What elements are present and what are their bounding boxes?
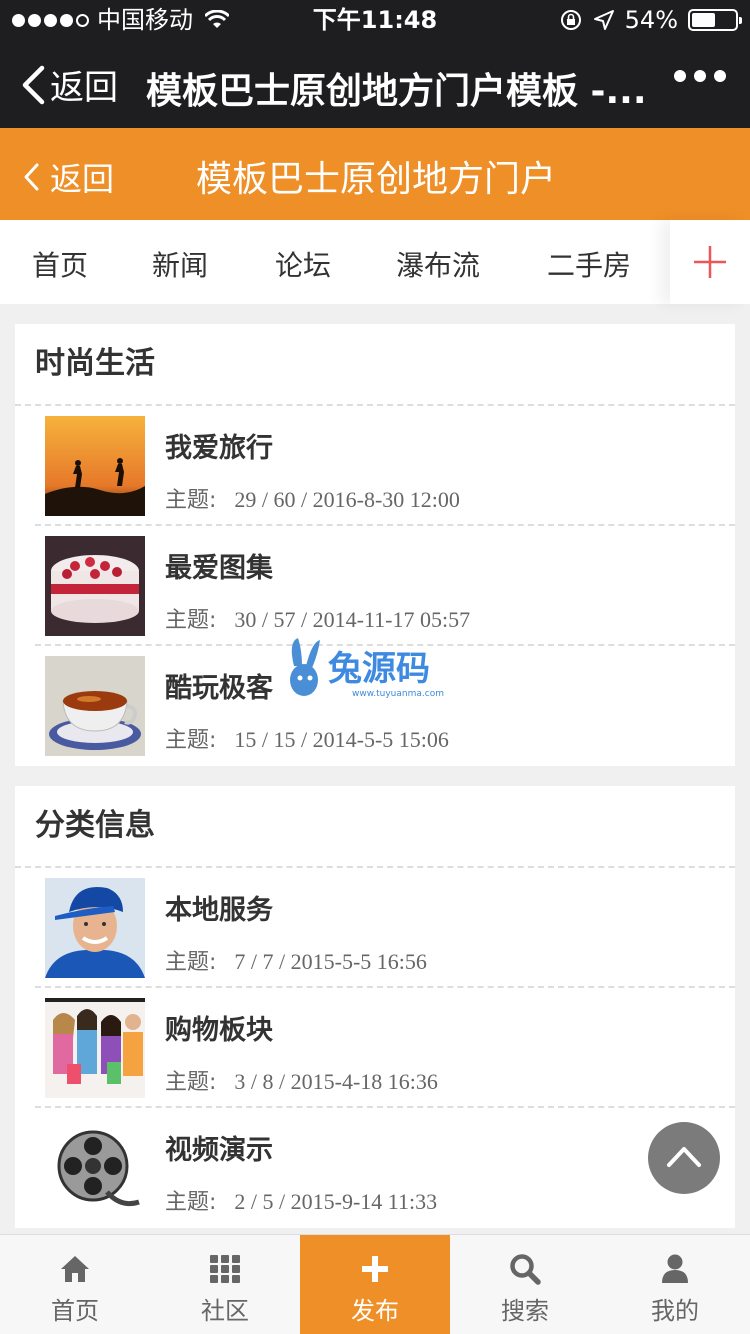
bottom-tab-publish[interactable]: 发布 — [300, 1235, 450, 1334]
tab-home[interactable]: 首页 — [32, 244, 88, 284]
list-item[interactable]: 视频演示 主题: 2 / 5 / 2015-9-14 11:33 — [35, 1108, 735, 1228]
page-title: 模板巴士原创地方门户 — [196, 159, 557, 200]
plus-icon — [362, 1256, 388, 1282]
bottom-tab-search[interactable]: 搜索 — [450, 1235, 600, 1334]
thumbnail-service — [45, 878, 145, 978]
svg-text:www.tuyuanma.com: www.tuyuanma.com — [352, 689, 444, 699]
bottom-tab-home[interactable]: 首页 — [0, 1235, 150, 1334]
list-item[interactable]: 最爱图集 主题: 30 / 57 / 2014-11-17 05:57 — [35, 526, 735, 646]
bottom-tab-community[interactable]: 社区 — [150, 1235, 300, 1334]
add-tab-button[interactable] — [670, 220, 750, 304]
tab-waterfall[interactable]: 瀑布流 — [396, 244, 480, 284]
item-meta: 主题: 3 / 8 / 2015-4-18 16:36 — [165, 1069, 438, 1095]
header-back-button[interactable]: 返回 — [22, 154, 114, 200]
item-title: 购物板块 — [165, 1015, 273, 1046]
category-tabs: 首页 新闻 论坛 瀑布流 二手房 — [0, 220, 750, 304]
user-icon — [662, 1254, 688, 1283]
thumbnail-travel — [45, 416, 145, 516]
top-bar: 中国移动 下午11:48 54% 返回 模板巴士原创地方门户模板 -... — [0, 0, 750, 128]
thumbnail-film-reel — [45, 1118, 145, 1218]
bottom-tab-profile[interactable]: 我的 — [600, 1235, 750, 1334]
item-title: 本地服务 — [165, 895, 273, 926]
search-icon — [510, 1254, 541, 1285]
svg-text:兔源码: 兔源码 — [328, 649, 430, 689]
bottom-tab-bar: 首页 社区 发布 搜索 我的 — [0, 1234, 750, 1334]
plus-icon — [694, 246, 726, 278]
item-title: 我爱旅行 — [165, 433, 273, 464]
bottom-tab-label: 我的 — [651, 1297, 699, 1325]
item-title: 最爱图集 — [165, 553, 273, 584]
bottom-tab-label: 社区 — [201, 1297, 249, 1325]
tab-forum[interactable]: 论坛 — [275, 244, 331, 284]
battery-percent: 54% — [624, 6, 678, 34]
list-item[interactable]: 本地服务 主题: 7 / 7 / 2015-5-5 16:56 — [35, 868, 735, 988]
thumbnail-cake — [45, 536, 145, 636]
list-item[interactable]: 购物板块 主题: 3 / 8 / 2015-4-18 16:36 — [35, 988, 735, 1108]
item-meta: 主题: 2 / 5 / 2015-9-14 11:33 — [165, 1189, 438, 1215]
grid-icon — [210, 1255, 240, 1283]
rotation-lock-icon — [560, 10, 581, 30]
item-meta: 主题: 30 / 57 / 2014-11-17 05:57 — [165, 607, 471, 633]
nav-back-button[interactable]: 返回 — [20, 60, 118, 109]
section-card: 分类信息 本地服务 主题: 7 / 7 / 2015-5-5 16:56 购物板… — [15, 786, 735, 1228]
bottom-tab-label: 发布 — [351, 1297, 399, 1325]
more-icon[interactable] — [674, 70, 726, 82]
scroll-to-top-button[interactable] — [648, 1122, 720, 1194]
chevron-up-icon — [667, 1147, 701, 1167]
thumbnail-shopping — [45, 998, 145, 1098]
chevron-left-icon — [22, 65, 45, 104]
tab-news[interactable]: 新闻 — [152, 244, 208, 284]
nav-bar: 返回 模板巴士原创地方门户模板 -... — [0, 40, 750, 128]
bottom-tab-label: 首页 — [51, 1297, 99, 1325]
nav-back-label: 返回 — [50, 68, 118, 108]
item-meta: 主题: 29 / 60 / 2016-8-30 12:00 — [165, 487, 460, 513]
section-title: 分类信息 — [15, 786, 735, 868]
battery-icon — [688, 9, 742, 31]
chevron-left-icon — [24, 163, 39, 191]
nav-title: 模板巴士原创地方门户模板 -... — [146, 71, 647, 112]
item-title: 视频演示 — [165, 1135, 273, 1166]
bottom-tab-label: 搜索 — [501, 1297, 549, 1325]
item-meta: 主题: 15 / 15 / 2014-5-5 15:06 — [165, 727, 449, 753]
item-meta: 主题: 7 / 7 / 2015-5-5 16:56 — [165, 949, 427, 975]
tab-second-hand-house[interactable]: 二手房 — [547, 244, 631, 284]
home-icon — [61, 1256, 89, 1282]
thumbnail-tea — [45, 656, 145, 756]
watermark-logo: 兔源码 www.tuyuanma.com — [290, 638, 444, 699]
location-icon — [593, 10, 614, 30]
page-header: 返回 模板巴士原创地方门户 — [0, 128, 750, 220]
item-title: 酷玩极客 — [165, 673, 273, 704]
header-back-label: 返回 — [50, 160, 115, 198]
section-title: 时尚生活 — [15, 324, 735, 406]
list-item[interactable]: 我爱旅行 主题: 29 / 60 / 2016-8-30 12:00 — [35, 406, 735, 526]
status-bar: 中国移动 下午11:48 54% — [0, 0, 750, 40]
